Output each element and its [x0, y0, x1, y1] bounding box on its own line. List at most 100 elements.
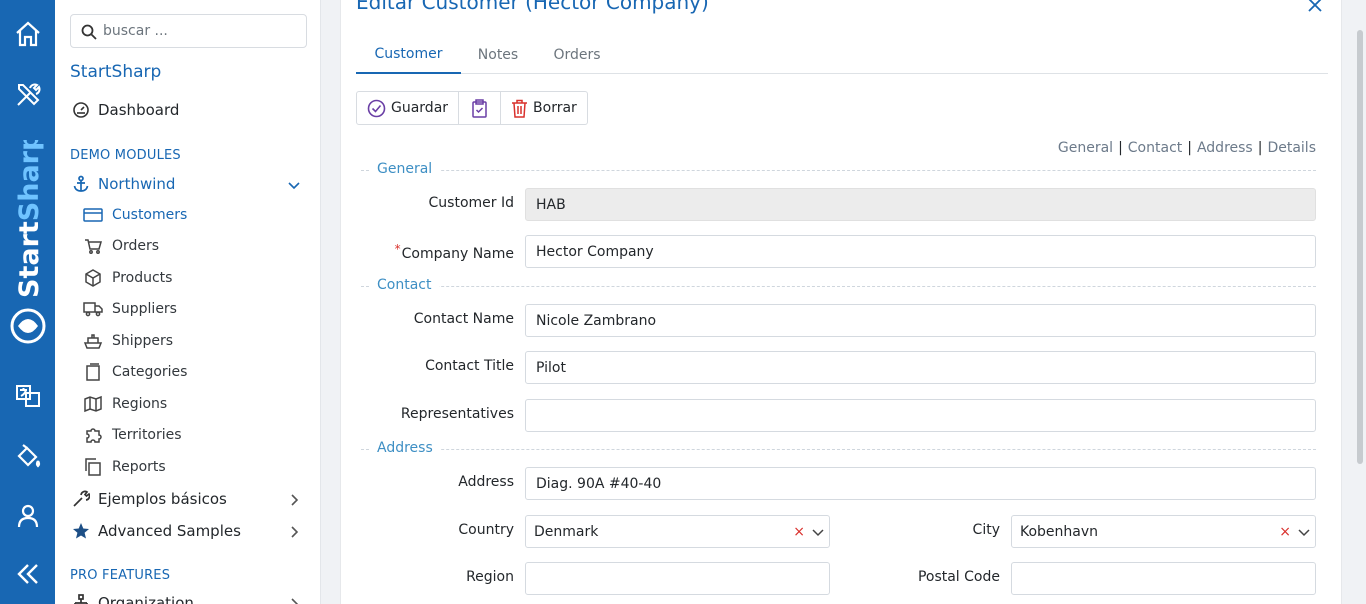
city-value: Kobenhavn	[1020, 523, 1099, 540]
sidebar-item-label: Dashboard	[98, 101, 180, 119]
sidebar-item-label: Customers	[112, 207, 188, 223]
address-label: Address	[458, 474, 514, 490]
sidebar-item-label: Regions	[112, 396, 168, 412]
sidebar-item-categories[interactable]: Categories	[83, 362, 187, 382]
startsharp-logo: StartSharp	[6, 132, 50, 350]
representatives-label: Representatives	[400, 406, 514, 422]
user-icon[interactable]	[12, 500, 44, 532]
home-icon[interactable]	[12, 18, 44, 50]
anchor-icon	[70, 173, 92, 195]
chevron-down-icon[interactable]	[811, 525, 825, 539]
clear-icon[interactable]: ×	[793, 524, 805, 540]
sidebar-item-organization[interactable]: Organization	[70, 592, 194, 604]
save-label: Guardar	[391, 100, 449, 116]
sidebar-item-basic-samples[interactable]: Ejemplos básicos	[70, 488, 227, 510]
wrench-icon	[70, 488, 92, 510]
contact-name-field[interactable]: Nicole Zambrano	[525, 304, 1316, 337]
sidebar: StartSharp Dashboard DEMO MODULES Northw…	[55, 0, 321, 604]
save-button[interactable]: Guardar	[357, 92, 460, 124]
section-title: General	[369, 161, 441, 177]
country-value: Denmark	[534, 523, 599, 540]
tab-customer[interactable]: Customer	[356, 36, 461, 74]
customer-id-field[interactable]: HAB	[525, 188, 1316, 221]
postal-code-field[interactable]	[1011, 562, 1316, 595]
puzzle-icon	[83, 425, 103, 445]
category-links: General | Contact | Address | Details	[1058, 140, 1316, 156]
page-scrollbar[interactable]	[1357, 30, 1363, 464]
sidebar-item-shippers[interactable]: Shippers	[83, 331, 173, 351]
star-icon	[70, 520, 92, 542]
card-icon	[83, 205, 103, 225]
contact-title-field[interactable]: Pilot	[525, 351, 1316, 384]
sidebar-item-label: Shippers	[112, 333, 174, 349]
translate-icon[interactable]	[12, 380, 44, 412]
sidebar-item-label: Products	[112, 270, 173, 286]
category-link-address[interactable]: Address	[1197, 140, 1253, 156]
delete-label: Borrar	[533, 100, 577, 116]
app-rail: StartSharp	[0, 0, 55, 604]
sidebar-item-products[interactable]: Products	[83, 268, 172, 288]
apply-button[interactable]	[459, 92, 502, 124]
country-select[interactable]: Denmark ×	[525, 515, 830, 548]
company-name-label-text: Company Name	[401, 246, 514, 262]
category-link-contact[interactable]: Contact	[1128, 140, 1182, 156]
sidebar-brand[interactable]: StartSharp	[70, 62, 161, 82]
sidebar-item-reports[interactable]: Reports	[83, 457, 166, 477]
contact-title-label: Contact Title	[425, 358, 514, 374]
search-input[interactable]	[103, 20, 298, 42]
chevron-down-icon[interactable]	[1297, 525, 1311, 539]
sidebar-item-label: Reports	[112, 459, 166, 475]
company-name-label: *Company Name	[395, 242, 514, 262]
sidebar-item-customers[interactable]: Customers	[83, 205, 187, 225]
sidebar-item-label: Advanced Samples	[98, 522, 241, 540]
category-link-details[interactable]: Details	[1267, 140, 1316, 156]
company-name-field[interactable]: Hector Company	[525, 235, 1316, 268]
sidebar-item-label: Territories	[112, 427, 182, 443]
map-icon	[83, 394, 103, 414]
chevron-down-icon[interactable]	[287, 178, 301, 192]
chevron-right-icon[interactable]	[287, 493, 301, 507]
copy-icon	[83, 457, 103, 477]
customer-id-label: Customer Id	[428, 195, 514, 211]
svg-text:StartSharp: StartSharp	[14, 140, 45, 298]
sidebar-item-advanced-samples[interactable]: Advanced Samples	[70, 520, 241, 542]
city-select[interactable]: Kobenhavn ×	[1011, 515, 1316, 548]
edit-dialog: Editar Customer (Hector Company) Custome…	[340, 0, 1342, 604]
sidebar-item-regions[interactable]: Regions	[83, 394, 167, 414]
section-contact: Contact	[361, 277, 1316, 297]
chevron-right-icon[interactable]	[287, 525, 301, 539]
paint-bucket-icon[interactable]	[12, 440, 44, 472]
required-mark: *	[394, 242, 401, 256]
speedometer-icon	[70, 99, 92, 121]
delete-button[interactable]: Borrar	[501, 92, 587, 124]
trash-icon	[512, 99, 528, 118]
clear-icon[interactable]: ×	[1279, 524, 1291, 540]
tools-icon[interactable]	[12, 79, 44, 111]
cart-icon	[83, 236, 103, 256]
chevron-right-icon[interactable]	[287, 597, 301, 604]
separator: |	[1187, 140, 1192, 156]
section-general: General	[361, 161, 1316, 181]
tab-orders[interactable]: Orders	[544, 36, 610, 74]
category-link-general[interactable]: General	[1058, 140, 1113, 156]
pro-features-heading: PRO FEATURES	[70, 568, 171, 583]
collapse-icon[interactable]	[12, 558, 44, 590]
sidebar-item-territories[interactable]: Territories	[83, 425, 182, 445]
tab-notes[interactable]: Notes	[466, 36, 530, 74]
address-field[interactable]: Diag. 90A #40-40	[525, 467, 1316, 500]
representatives-field[interactable]	[525, 399, 1316, 432]
region-label: Region	[466, 569, 514, 585]
region-field[interactable]	[525, 562, 830, 595]
search-box	[70, 14, 307, 48]
box-icon	[83, 268, 103, 288]
section-title: Address	[369, 440, 441, 456]
sidebar-item-dashboard[interactable]: Dashboard	[70, 99, 179, 121]
close-icon[interactable]	[1306, 0, 1324, 14]
toolbar: Guardar Borrar	[356, 91, 588, 125]
sidebar-item-northwind[interactable]: Northwind	[70, 173, 175, 195]
folder-icon	[83, 362, 103, 382]
sidebar-item-suppliers[interactable]: Suppliers	[83, 299, 177, 319]
demo-modules-heading: DEMO MODULES	[70, 148, 181, 163]
sidebar-item-orders[interactable]: Orders	[83, 236, 159, 256]
postal-code-label: Postal Code	[917, 569, 1000, 585]
